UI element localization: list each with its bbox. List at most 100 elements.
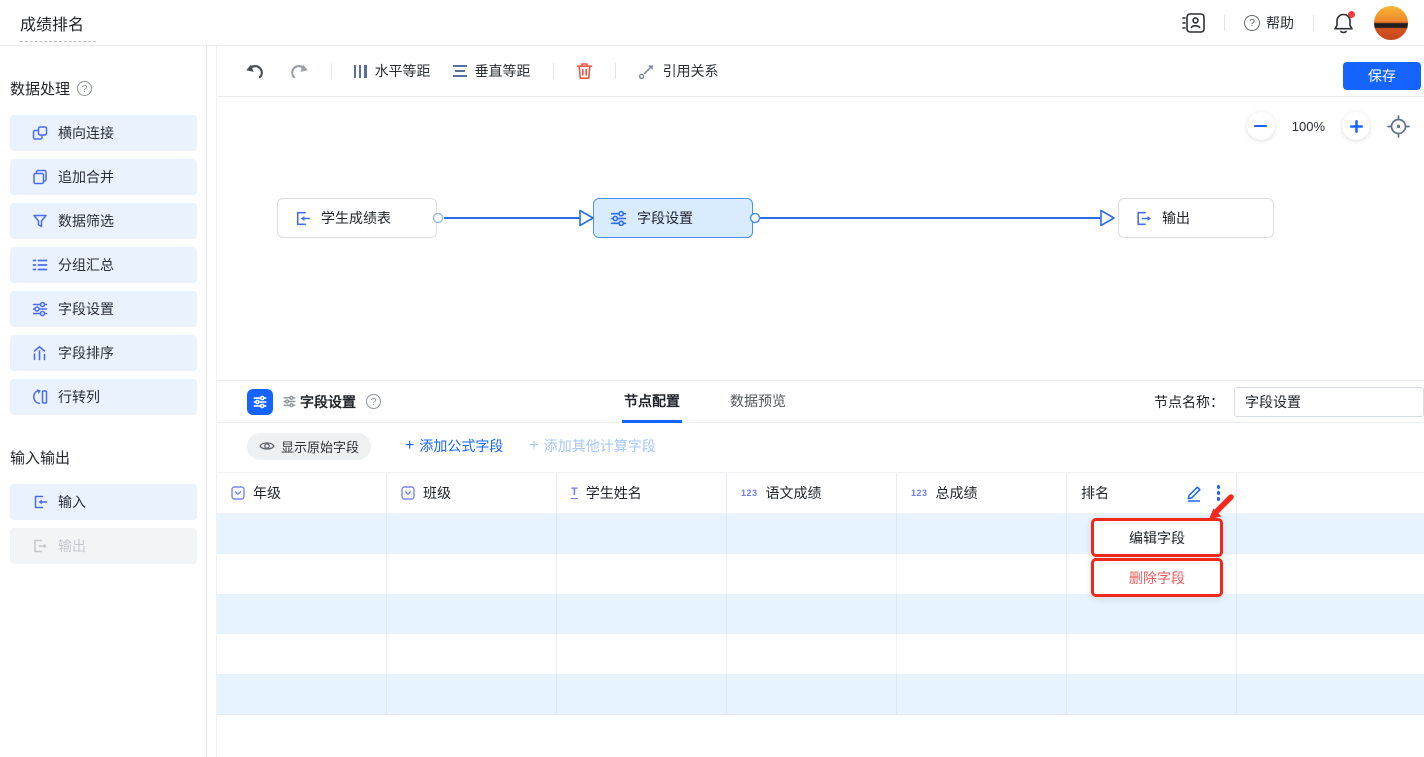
- panel-toolbar: 显示原始字段 + 添加公式字段 + 添加其他计算字段: [217, 423, 1424, 469]
- locate-center-icon[interactable]: [1387, 115, 1410, 138]
- column-header-chinese-score[interactable]: 123 语文成绩: [727, 473, 897, 513]
- column-label: 班级: [423, 483, 451, 503]
- section-title: 输入输出: [10, 447, 70, 468]
- button-label: 垂直等距: [475, 61, 531, 81]
- sidebar-item-label: 字段设置: [58, 299, 114, 319]
- zoom-out-button[interactable]: [1247, 112, 1275, 140]
- zoom-level: 100%: [1292, 119, 1325, 134]
- sidebar-item-row-to-column[interactable]: 行转列: [10, 379, 197, 415]
- help-label: 帮助: [1266, 13, 1294, 33]
- sidebar: 数据处理 ? 横向连接 追加合并 数据筛选: [0, 46, 207, 757]
- question-icon: ?: [1244, 15, 1260, 31]
- table-row: [217, 554, 1424, 594]
- vertical-spacing-button[interactable]: 垂直等距: [453, 61, 531, 81]
- horizontal-spacing-button[interactable]: 水平等距: [354, 61, 431, 81]
- annotation-box: 编辑字段: [1091, 518, 1223, 557]
- node-field-settings[interactable]: 字段设置: [593, 198, 753, 238]
- sidebar-item-append-merge[interactable]: 追加合并: [10, 159, 197, 195]
- trash-icon: [576, 62, 593, 80]
- zoom-controls: 100%: [1247, 112, 1410, 140]
- sidebar-item-horizontal-join[interactable]: 横向连接: [10, 115, 197, 151]
- column-header-class[interactable]: 班级: [387, 473, 557, 513]
- help-circle-icon[interactable]: ?: [77, 81, 92, 96]
- number-field-icon: 123: [741, 488, 758, 498]
- zoom-in-button[interactable]: [1342, 112, 1370, 140]
- output-icon: [1135, 210, 1152, 227]
- sort-icon: [32, 345, 48, 361]
- column-header-total-score[interactable]: 123 总成绩: [897, 473, 1067, 513]
- menu-item-delete-field[interactable]: 删除字段: [1094, 561, 1220, 594]
- reference-relations-button[interactable]: 引用关系: [638, 61, 719, 81]
- sidebar-item-group-summary[interactable]: 分组汇总: [10, 247, 197, 283]
- contacts-icon[interactable]: [1182, 13, 1205, 33]
- column-header-student-name[interactable]: T 学生姓名: [557, 473, 727, 513]
- number-field-icon: 123: [911, 488, 928, 498]
- sidebar-item-data-filter[interactable]: 数据筛选: [10, 203, 197, 239]
- menu-item-edit-field[interactable]: 编辑字段: [1094, 521, 1220, 554]
- topbar-actions: ? 帮助: [1182, 0, 1408, 46]
- add-other-calculated-field-button: + 添加其他计算字段: [529, 436, 655, 456]
- column-header-grade[interactable]: 年级: [217, 473, 387, 513]
- node-label: 学生成绩表: [321, 208, 391, 228]
- divider: [1224, 15, 1225, 31]
- append-icon: [32, 169, 48, 185]
- help-button[interactable]: ? 帮助: [1244, 13, 1294, 33]
- link-label: 添加公式字段: [419, 436, 503, 456]
- table-header-row: 年级 班级 T 学生姓名 123 语文成绩: [217, 472, 1424, 514]
- undo-icon[interactable]: [245, 63, 266, 80]
- group-icon: [32, 257, 48, 273]
- panel-header: 字段设置 ? 节点配置 数据预览 节点名称：: [217, 381, 1424, 423]
- button-label: 水平等距: [375, 61, 431, 81]
- delete-node-button[interactable]: [576, 62, 593, 80]
- node-name-label: 节点名称：: [1154, 392, 1224, 412]
- node-student-scores[interactable]: 学生成绩表: [277, 198, 437, 238]
- node-output[interactable]: 输出: [1118, 198, 1274, 238]
- panel-title-text: 字段设置: [300, 392, 356, 412]
- reference-icon: [638, 63, 655, 80]
- sidebar-item-label: 输入: [58, 492, 86, 512]
- flow-canvas[interactable]: 100% 学生成绩表: [217, 97, 1424, 380]
- sidebar-section-input-output: 输入输出: [10, 447, 196, 468]
- sidebar-item-label: 追加合并: [58, 167, 114, 187]
- sidebar-item-field-settings[interactable]: 字段设置: [10, 291, 197, 327]
- sidebar-item-field-sort[interactable]: 字段排序: [10, 335, 197, 371]
- eye-icon: [259, 440, 275, 452]
- redo-icon[interactable]: [288, 63, 309, 80]
- help-circle-icon[interactable]: ?: [366, 394, 381, 409]
- pivot-icon: [32, 389, 48, 405]
- sidebar-item-label: 行转列: [58, 387, 100, 407]
- node-label: 字段设置: [637, 208, 693, 228]
- add-formula-field-button[interactable]: + 添加公式字段: [405, 436, 503, 456]
- button-label: 显示原始字段: [281, 437, 359, 456]
- sidebar-item-label: 字段排序: [58, 343, 114, 363]
- node-name-input[interactable]: [1234, 387, 1424, 417]
- table-row: [217, 514, 1424, 554]
- field-options-menu: 编辑字段 删除字段: [1091, 518, 1223, 598]
- input-icon: [32, 494, 48, 510]
- column-header-filler: [1237, 473, 1424, 513]
- link-label: 添加其他计算字段: [544, 436, 656, 456]
- divider: [1313, 15, 1314, 31]
- annotation-arrow: [1205, 493, 1235, 523]
- tab-data-preview[interactable]: 数据预览: [728, 381, 788, 423]
- notification-bell-icon[interactable]: [1333, 12, 1355, 34]
- show-original-fields-button[interactable]: 显示原始字段: [247, 433, 371, 460]
- output-icon: [32, 538, 48, 554]
- edit-pencil-icon[interactable]: [1185, 484, 1203, 502]
- document-title[interactable]: 成绩排名: [20, 11, 96, 42]
- plus-icon: +: [405, 438, 414, 454]
- column-label: 总成绩: [936, 483, 978, 503]
- select-field-icon: [401, 486, 415, 500]
- sidebar-item-label: 数据筛选: [58, 211, 114, 231]
- tab-node-config[interactable]: 节点配置: [622, 381, 682, 423]
- column-label: 语文成绩: [766, 483, 822, 503]
- column-label: 学生姓名: [586, 483, 642, 503]
- annotation-box: 删除字段: [1091, 558, 1223, 597]
- sidebar-item-output: 输出: [10, 528, 197, 564]
- save-button[interactable]: 保存: [1343, 62, 1421, 90]
- mini-sliders-icon: [283, 395, 296, 408]
- fields-table: 年级 班级 T 学生姓名 123 语文成绩: [217, 472, 1424, 715]
- sidebar-item-input[interactable]: 输入: [10, 484, 197, 520]
- divider: [615, 63, 616, 79]
- avatar[interactable]: [1374, 6, 1408, 40]
